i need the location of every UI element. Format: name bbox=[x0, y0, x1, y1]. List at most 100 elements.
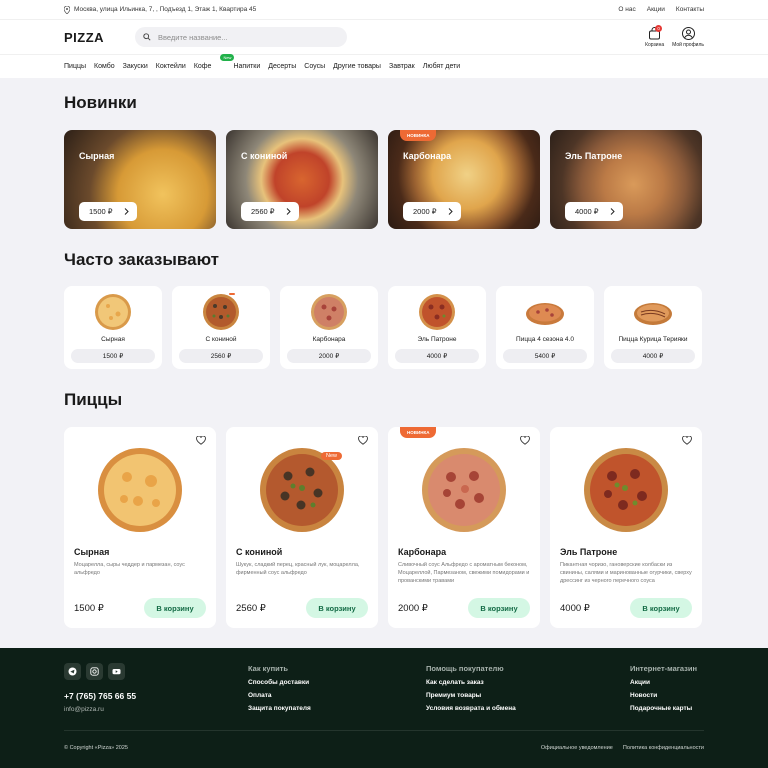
link-official-notice[interactable]: Официальное уведомление bbox=[541, 745, 613, 751]
section-title-new: Новинки bbox=[64, 93, 137, 112]
footer-email[interactable]: info@pizza.ru bbox=[64, 706, 104, 713]
footer-link[interactable]: Новости bbox=[630, 692, 697, 699]
new-ribbon: НОВИНКА bbox=[400, 427, 437, 438]
address[interactable]: Москва, улица Ильинка, 7, , Подъезд 1, Э… bbox=[64, 5, 256, 14]
search-input[interactable] bbox=[158, 32, 338, 42]
pizza-card[interactable]: New С кониной Шукук, сладкий перец, крас… bbox=[226, 427, 378, 628]
footer-col-title: Как купить bbox=[248, 664, 289, 673]
new-card-price-button[interactable]: 2000 ₽ bbox=[403, 202, 461, 221]
link-privacy-policy[interactable]: Политика конфиденциальности bbox=[623, 745, 704, 751]
footer-link[interactable]: Премиум товары bbox=[426, 692, 516, 699]
pizza-card[interactable]: Эль Патроне Пикантная чоризо, гановерски… bbox=[550, 427, 702, 628]
footer-link[interactable]: Условия возврата и обмена bbox=[426, 705, 516, 712]
heart-icon[interactable] bbox=[358, 436, 368, 445]
add-to-cart-button[interactable]: В корзину bbox=[630, 598, 692, 618]
frequent-card[interactable]: Эль Патроне 4000 ₽ bbox=[388, 286, 486, 369]
nav-item-sauces[interactable]: Соусы bbox=[304, 63, 325, 70]
pizza-name: Сырная bbox=[74, 547, 110, 557]
nav-item-coffee[interactable]: Кофе New bbox=[194, 54, 235, 70]
frequent-price[interactable]: 5400 ₽ bbox=[503, 349, 587, 363]
search-icon bbox=[143, 33, 151, 41]
frequent-card[interactable]: Пицца Курица Терияки 4000 ₽ bbox=[604, 286, 702, 369]
cart-button[interactable]: 0 Корзина bbox=[645, 24, 665, 48]
nav-item-breakfast[interactable]: Завтрак bbox=[389, 63, 415, 70]
add-to-cart-button[interactable]: В корзину bbox=[144, 598, 206, 618]
frequent-card[interactable]: Карбонара 2000 ₽ bbox=[280, 286, 378, 369]
pizza-image bbox=[422, 448, 506, 532]
new-card-price-button[interactable]: 1500 ₽ bbox=[79, 202, 137, 221]
section-title-frequent: Часто заказывают bbox=[64, 250, 219, 269]
profile-button[interactable]: Мой профиль bbox=[672, 26, 704, 48]
pizza-image bbox=[634, 303, 672, 325]
pizza-description: Шукук, сладкий перец, красный лук, моцар… bbox=[236, 562, 360, 576]
youtube-icon[interactable] bbox=[108, 663, 125, 680]
footer-link[interactable]: Оплата bbox=[248, 692, 311, 699]
new-card-name: Сырная bbox=[79, 151, 115, 161]
nav-item-other[interactable]: Другие товары bbox=[333, 63, 381, 70]
new-card-price-button[interactable]: 2560 ₽ bbox=[241, 202, 299, 221]
footer-col-help: Помощь покупателю Как сделать заказ Прем… bbox=[426, 664, 516, 718]
footer-col-shop: Интернет-магазин Акции Новости Подарочны… bbox=[630, 664, 697, 718]
pizza-name: С кониной bbox=[236, 547, 283, 557]
nav-item-kids[interactable]: Любят дети bbox=[423, 63, 461, 70]
nav-item-desserts[interactable]: Десерты bbox=[268, 63, 296, 70]
link-contacts[interactable]: Контакты bbox=[676, 6, 704, 13]
new-card-price-button[interactable]: 4000 ₽ bbox=[565, 202, 623, 221]
footer-link[interactable]: Защита покупателя bbox=[248, 705, 311, 712]
footer-link[interactable]: Акции bbox=[630, 679, 697, 686]
nav-item-cocktails[interactable]: Коктейли bbox=[156, 63, 186, 70]
frequent-name: Эль Патроне bbox=[417, 336, 457, 343]
frequent-price[interactable]: 1500 ₽ bbox=[71, 349, 155, 363]
new-card-price: 4000 ₽ bbox=[575, 207, 599, 216]
new-card[interactable]: Сырная 1500 ₽ bbox=[64, 130, 216, 229]
pizza-price: 4000 ₽ bbox=[560, 603, 590, 614]
new-card-name: Карбонара bbox=[403, 151, 452, 161]
pizza-card[interactable]: НОВИНКА Карбонара Сливочный соус Альфред… bbox=[388, 427, 540, 628]
new-card[interactable]: Эль Патроне 4000 ₽ bbox=[550, 130, 702, 229]
logo[interactable]: PIZZA bbox=[64, 30, 135, 45]
footer-col-title: Интернет-магазин bbox=[630, 664, 697, 673]
add-to-cart-button[interactable]: В корзину bbox=[468, 598, 530, 618]
pizza-image bbox=[419, 294, 455, 330]
header: PIZZA 0 Корзина Мой профиль bbox=[0, 19, 768, 54]
pizza-grid: Сырная Моцарелла, сыры чеддер и пармезан… bbox=[64, 427, 702, 628]
cart-label: Корзина bbox=[645, 41, 665, 48]
new-card[interactable]: НОВИНКА Карбонара 2000 ₽ bbox=[388, 130, 540, 229]
add-to-cart-button[interactable]: В корзину bbox=[306, 598, 368, 618]
telegram-icon[interactable] bbox=[64, 663, 81, 680]
frequent-card[interactable]: С кониной 2560 ₽ bbox=[172, 286, 270, 369]
frequent-price[interactable]: 2000 ₽ bbox=[287, 349, 371, 363]
frequent-price[interactable]: 4000 ₽ bbox=[395, 349, 479, 363]
instagram-icon[interactable] bbox=[86, 663, 103, 680]
nav-item-snacks[interactable]: Закуски bbox=[123, 63, 148, 70]
frequent-price[interactable]: 4000 ₽ bbox=[611, 349, 695, 363]
link-about[interactable]: О нас bbox=[618, 6, 635, 13]
footer-link[interactable]: Подарочные карты bbox=[630, 705, 697, 712]
heart-icon[interactable] bbox=[520, 436, 530, 445]
cart-count-badge: 0 bbox=[655, 24, 663, 32]
new-ribbon: НОВИНКА bbox=[400, 130, 437, 141]
search-box[interactable] bbox=[135, 27, 347, 47]
nav-item-pizzas[interactable]: Пиццы bbox=[64, 63, 86, 70]
new-card[interactable]: С кониной 2560 ₽ bbox=[226, 130, 378, 229]
nav-item-combo[interactable]: Комбо bbox=[94, 63, 115, 70]
footer-phone[interactable]: +7 (765) 765 66 55 bbox=[64, 691, 136, 701]
frequent-card[interactable]: Сырная 1500 ₽ bbox=[64, 286, 162, 369]
footer-divider bbox=[64, 730, 704, 731]
footer-link[interactable]: Способы доставки bbox=[248, 679, 311, 686]
footer-link[interactable]: Как сделать заказ bbox=[426, 679, 516, 686]
nav-item-drinks[interactable]: Напитки bbox=[233, 63, 260, 70]
heart-icon[interactable] bbox=[196, 436, 206, 445]
frequent-price[interactable]: 2560 ₽ bbox=[179, 349, 263, 363]
chevron-right-icon bbox=[124, 208, 129, 215]
heart-icon[interactable] bbox=[682, 436, 692, 445]
pizza-card[interactable]: Сырная Моцарелла, сыры чеддер и пармезан… bbox=[64, 427, 216, 628]
frequent-card[interactable]: Пицца 4 сезона 4.0 5400 ₽ bbox=[496, 286, 594, 369]
link-promotions[interactable]: Акции bbox=[647, 6, 665, 13]
profile-label: Мой профиль bbox=[672, 41, 704, 48]
footer: +7 (765) 765 66 55 info@pizza.ru Как куп… bbox=[0, 648, 768, 768]
user-icon bbox=[681, 26, 695, 40]
pizza-image bbox=[311, 294, 347, 330]
frequent-name: Пицца 4 сезона 4.0 bbox=[516, 336, 574, 343]
chevron-right-icon bbox=[448, 208, 453, 215]
